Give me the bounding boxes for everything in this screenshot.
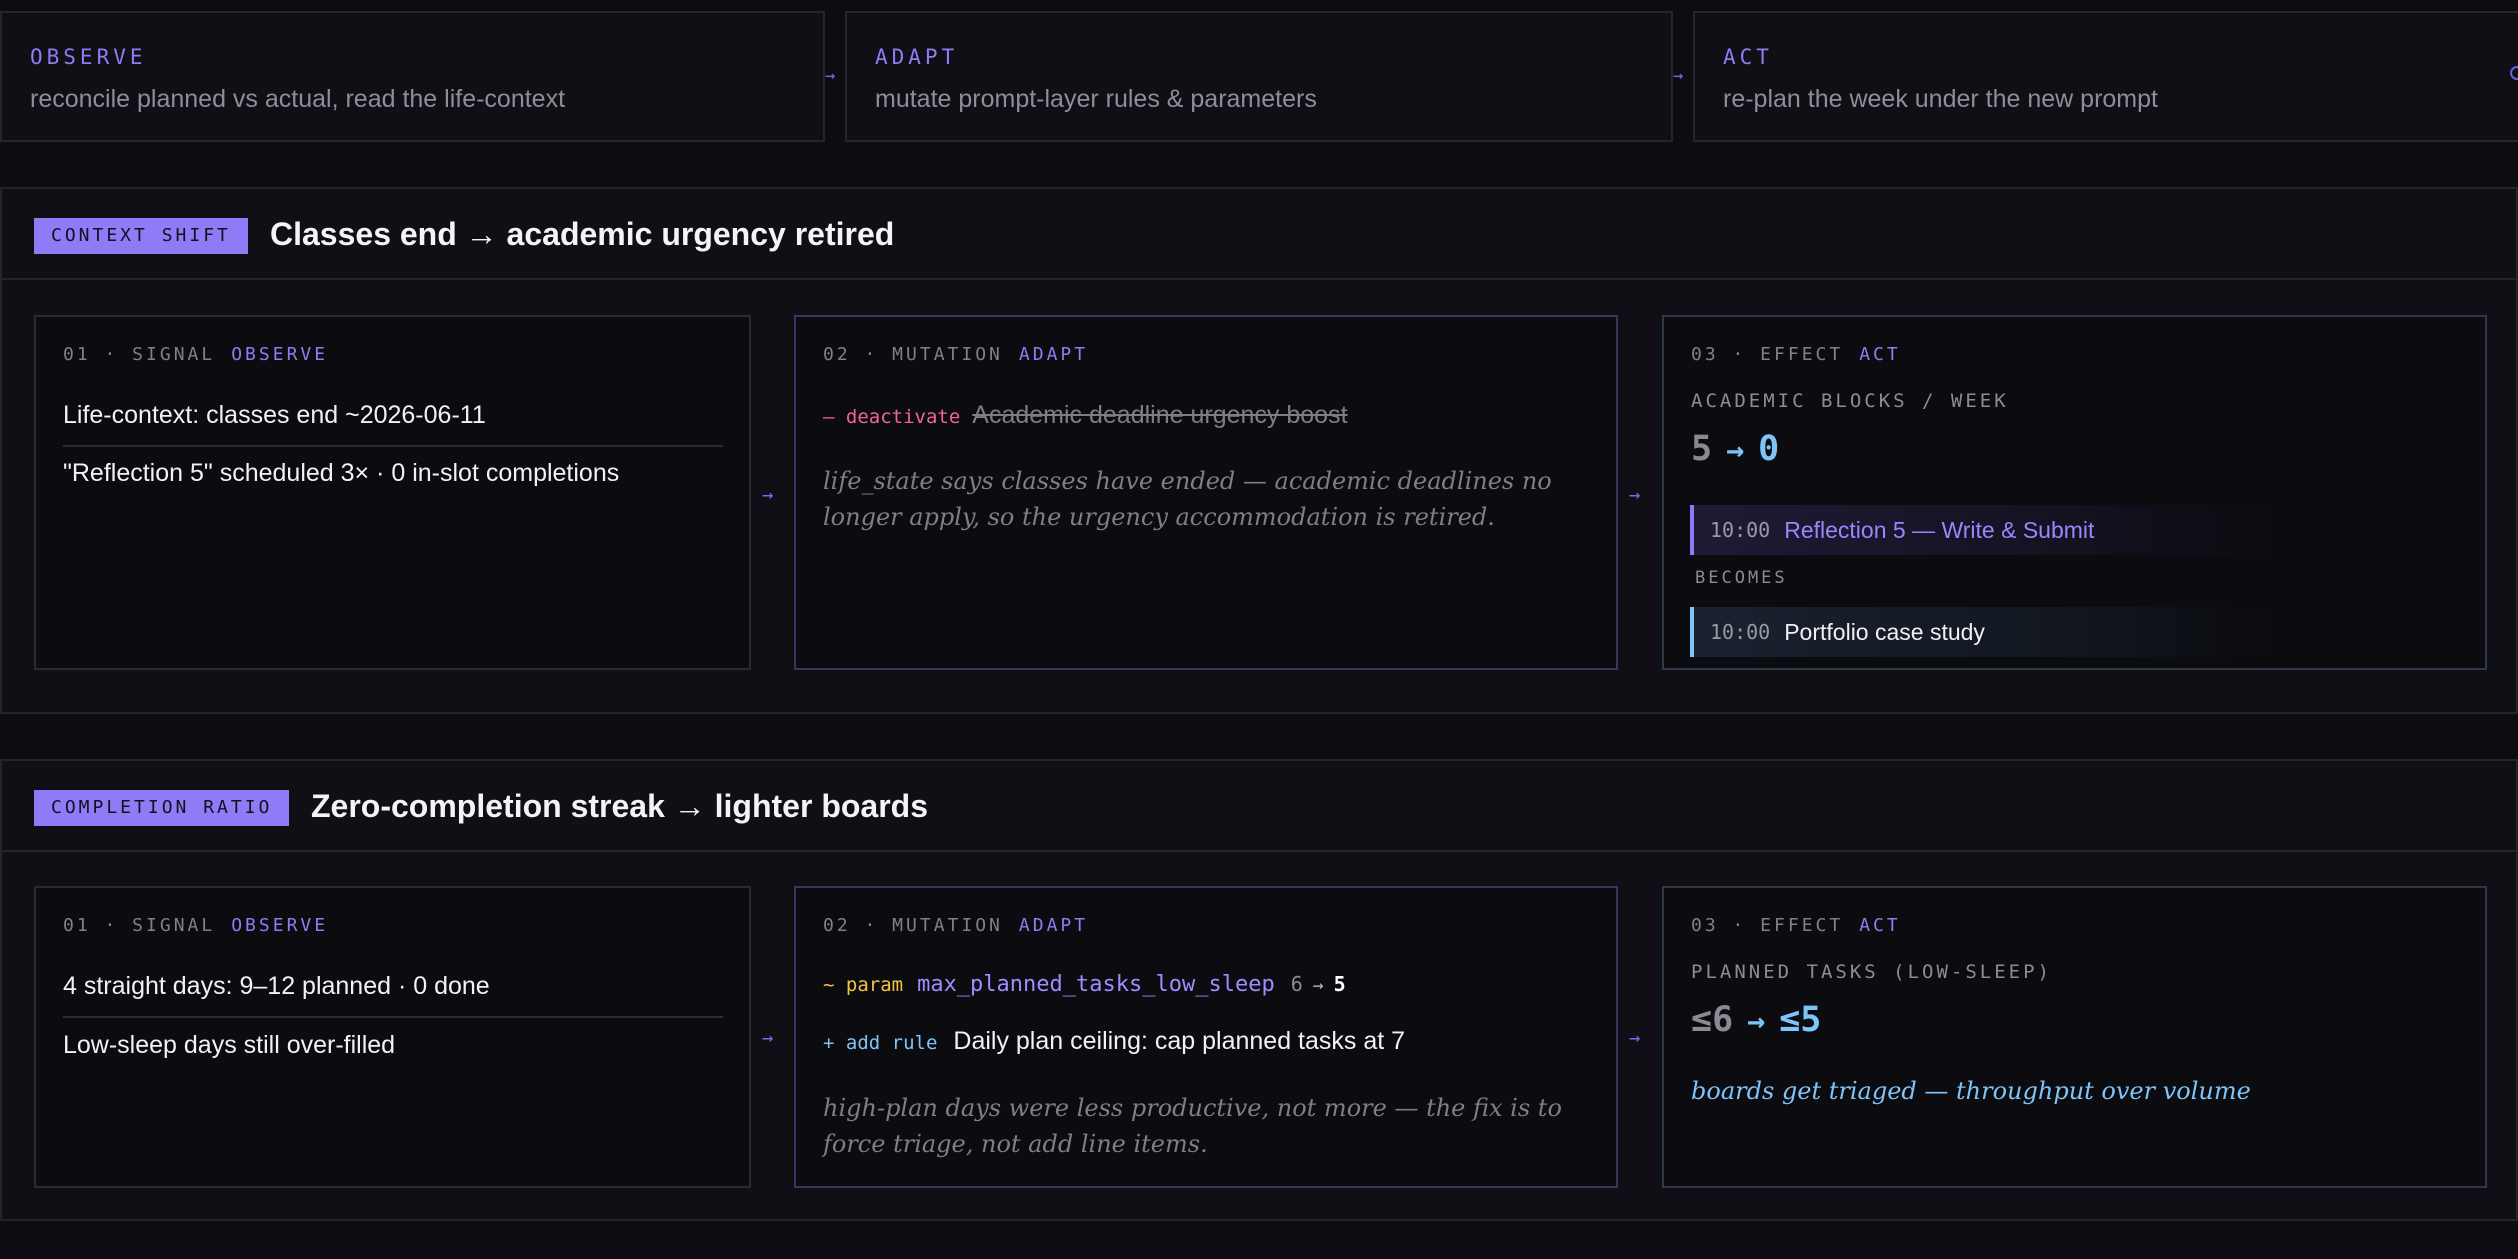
effect-card: 03 · EFFECT ACT ACADEMIC BLOCKS / WEEK 5 →…: [1662, 315, 2487, 670]
phase-observe: OBSERVE reconcile planned vs actual, rea…: [0, 11, 825, 142]
section-header: CONTEXT SHIFT Classes end → academic urg…: [2, 189, 2516, 280]
divider: [63, 445, 723, 447]
metric-from: ≤6: [1691, 1000, 1734, 1040]
section-badge: CONTEXT SHIFT: [34, 218, 248, 254]
flow-arrow-icon: →: [1629, 1027, 1641, 1049]
card-number: 01 · SIGNAL: [63, 915, 216, 936]
arrow-icon: →: [1726, 433, 1745, 468]
phase-title: ACT: [1723, 45, 1773, 69]
phase-description: mutate prompt-layer rules & parameters: [875, 85, 1317, 113]
mutation-card: 02 · MUTATION ADAPT ~ param max_planned_t…: [794, 886, 1618, 1188]
add-rule-row: + add rule Daily plan ceiling: cap plann…: [823, 1027, 1405, 1056]
arrow-icon: →: [1747, 1004, 1766, 1039]
card-label: 01 · SIGNAL OBSERVE: [63, 344, 328, 365]
metric-to: 0: [1758, 429, 1780, 469]
card-label: 02 · MUTATION ADAPT: [823, 344, 1088, 365]
effect-card: 03 · EFFECT ACT PLANNED TASKS (LOW-SLEEP)…: [1662, 886, 2487, 1188]
card-phase: ADAPT: [1018, 915, 1089, 936]
new-schedule-slot: 10:00 Portfolio case study: [1690, 607, 2280, 657]
metric-label: ACADEMIC BLOCKS / WEEK: [1691, 390, 2009, 412]
section-badge: COMPLETION RATIO: [34, 790, 290, 826]
param-tag: ~ param: [823, 974, 904, 996]
card-label: 03 · EFFECT ACT: [1691, 915, 1901, 936]
card-number: 03 · EFFECT: [1691, 915, 1844, 936]
signal-card: 01 · SIGNAL OBSERVE Life-context: classes…: [34, 315, 751, 670]
flow-arrow-icon: →: [762, 484, 774, 506]
section-header: COMPLETION RATIO Zero-completion streak …: [2, 761, 2516, 852]
card-number: 02 · MUTATION: [823, 344, 1003, 365]
card-number: 02 · MUTATION: [823, 915, 1003, 936]
mutation-row: – deactivate Academic deadline urgency b…: [823, 401, 1348, 430]
section-title: Zero-completion streak → lighter boards: [311, 788, 928, 824]
card-number: 03 · EFFECT: [1691, 344, 1844, 365]
signal-line: "Reflection 5" scheduled 3× · 0 in-slot …: [63, 459, 620, 487]
old-schedule-slot: 10:00 Reflection 5 — Write & Submit: [1690, 505, 2280, 555]
signal-card: 01 · SIGNAL OBSERVE 4 straight days: 9–12…: [34, 886, 751, 1188]
card-label: 01 · SIGNAL OBSERVE: [63, 915, 328, 936]
mutation-note: high-plan days were less productive, not…: [823, 1094, 1562, 1158]
card-phase: ACT: [1859, 915, 1901, 936]
metric-change: 5 → 0: [1691, 429, 1779, 469]
slot-text: Portfolio case study: [1784, 618, 1985, 645]
slot-time: 10:00: [1710, 620, 1771, 644]
metric-to: ≤5: [1779, 1000, 1822, 1040]
retired-rule: Academic deadline urgency boost: [972, 401, 1348, 429]
card-label: 02 · MUTATION ADAPT: [823, 915, 1088, 936]
phase-title: ADAPT: [875, 45, 959, 69]
param-change-row: ~ param max_planned_tasks_low_sleep 6 → …: [823, 972, 1346, 997]
card-phase: ACT: [1859, 344, 1901, 365]
phase-description: reconcile planned vs actual, read the li…: [30, 85, 566, 113]
slot-time: 10:00: [1710, 518, 1771, 542]
signal-line: Low-sleep days still over-filled: [63, 1031, 396, 1059]
phase-connector-arrow: →: [1673, 66, 1684, 86]
arrow-icon: →: [1312, 975, 1324, 996]
mutation-card: 02 · MUTATION ADAPT – deactivate Academic…: [794, 315, 1618, 670]
card-number: 01 · SIGNAL: [63, 344, 216, 365]
section-context-shift: CONTEXT SHIFT Classes end → academic urg…: [0, 187, 2518, 714]
add-rule-tag: + add rule: [823, 1032, 938, 1054]
effect-note: boards get triaged — throughput over vol…: [1691, 1077, 2251, 1105]
phase-title: OBSERVE: [30, 45, 147, 69]
flow-arrow-icon: →: [762, 1027, 774, 1049]
metric-from: 5: [1691, 429, 1713, 469]
section-completion-ratio: COMPLETION RATIO Zero-completion streak …: [0, 759, 2518, 1221]
flow-arrow-icon: →: [1629, 484, 1641, 506]
signal-line: 4 straight days: 9–12 planned · 0 done: [63, 972, 490, 1000]
metric-change: ≤6 → ≤5: [1691, 1000, 1821, 1040]
slot-text: Reflection 5 — Write & Submit: [1784, 516, 2095, 543]
card-phase: OBSERVE: [231, 344, 329, 365]
added-rule: Daily plan ceiling: cap planned tasks at…: [953, 1027, 1406, 1055]
becomes-label: BECOMES: [1695, 568, 1788, 588]
card-phase: ADAPT: [1018, 344, 1089, 365]
metric-label: PLANNED TASKS (LOW-SLEEP): [1691, 961, 2052, 983]
card-label: 03 · EFFECT ACT: [1691, 344, 1901, 365]
loop-dot-icon: [2510, 66, 2518, 80]
param-name: max_planned_tasks_low_sleep: [917, 972, 1275, 997]
param-from: 6: [1290, 972, 1303, 996]
section-title: Classes end → academic urgency retired: [270, 216, 895, 252]
deactivate-tag: – deactivate: [823, 406, 961, 428]
phase-adapt: ADAPT mutate prompt-layer rules & parame…: [845, 11, 1673, 142]
divider: [63, 1016, 723, 1018]
phase-description: re-plan the week under the new prompt: [1723, 85, 2158, 113]
phase-act: ACT re-plan the week under the new promp…: [1693, 11, 2518, 142]
signal-line: Life-context: classes end ~2026-06-11: [63, 401, 486, 429]
mutation-note: life_state says classes have ended — aca…: [823, 467, 1552, 531]
card-phase: OBSERVE: [231, 915, 329, 936]
phase-connector-arrow: →: [825, 66, 836, 86]
param-to: 5: [1333, 972, 1346, 996]
